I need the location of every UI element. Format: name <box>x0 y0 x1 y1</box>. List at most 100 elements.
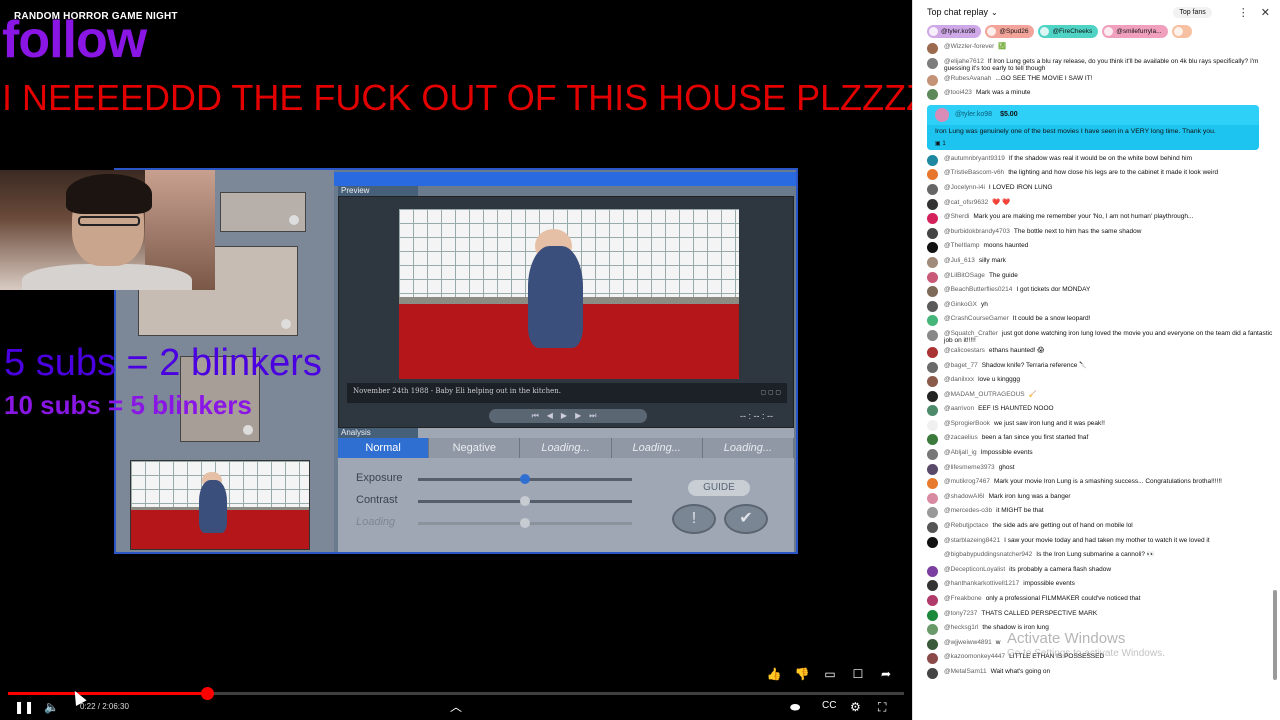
chat-message[interactable]: @tooi423 Mark was a minute <box>927 88 1273 103</box>
chat-message[interactable]: @aarrivon EEF IS HAUNTED NOOO <box>927 404 1273 419</box>
loading-slider-knob[interactable] <box>520 518 530 528</box>
avatar[interactable] <box>927 522 938 534</box>
chat-author[interactable]: @mutikrog7467 <box>944 478 990 485</box>
avatar[interactable] <box>927 449 938 461</box>
exposure-slider[interactable] <box>418 474 632 484</box>
chat-message[interactable]: @LilBitOSage The guide <box>927 271 1273 286</box>
super-chat[interactable]: @tyler.ko98 $5.00 Iron Lung was genuinel… <box>927 104 1259 150</box>
chat-message[interactable]: @BeachButterflies0214 I got tickets dor M… <box>927 285 1273 300</box>
chat-author[interactable]: @CrashCourseGamer <box>944 315 1009 322</box>
chat-author[interactable]: @hecksg1rl <box>944 624 978 631</box>
super-chat-ticker[interactable] <box>1171 25 1192 38</box>
chat-message[interactable]: @MetalSam11 Wait what's going on <box>927 667 1273 682</box>
chat-author[interactable]: @Freakbone <box>944 595 982 602</box>
chat-message[interactable]: @calicoestars ethans haunted! 😱 <box>927 346 1273 361</box>
contrast-slider[interactable] <box>418 496 632 506</box>
avatar[interactable] <box>927 595 938 606</box>
settings-icon[interactable]: ⚙ <box>850 700 861 714</box>
avatar[interactable] <box>927 286 938 298</box>
chat-message[interactable]: @hanthankarkottivell1217 impossible event… <box>927 579 1273 594</box>
super-chat-ticker[interactable]: @FireCheeks <box>1038 25 1099 38</box>
contrast-slider-knob[interactable] <box>520 496 530 506</box>
chat-author[interactable]: @TristieBascom-v6h <box>944 169 1004 176</box>
chat-author[interactable]: @Juli_613 <box>944 257 975 264</box>
chat-message[interactable]: @burbidokbrandy4703 The bottle next to hi… <box>927 227 1273 242</box>
avatar[interactable] <box>927 227 938 239</box>
avatar[interactable] <box>927 507 938 519</box>
avatar[interactable] <box>927 242 938 254</box>
chat-message[interactable]: @TristieBascom-v6h the lighting and how c… <box>927 168 1273 183</box>
chat-message[interactable]: @tony7237 THATS CALLED PERSPECTIVE MARK <box>927 609 1273 624</box>
avatar[interactable] <box>927 565 938 577</box>
avatar[interactable] <box>927 492 938 504</box>
chat-mode-dropdown[interactable]: Top chat replay <box>927 7 988 17</box>
chat-message[interactable]: @autumnbryant9319 If the shadow was real … <box>927 154 1273 169</box>
guide-button[interactable]: GUIDE <box>688 480 750 496</box>
volume-icon[interactable]: 🔈 <box>44 700 59 714</box>
chat-author[interactable]: @baget_77 <box>944 362 978 369</box>
avatar[interactable] <box>927 419 938 431</box>
tab-negative[interactable]: Negative <box>429 438 521 458</box>
chat-message[interactable]: @GinkoGX yh <box>927 300 1273 315</box>
avatar[interactable] <box>927 580 938 592</box>
exclamation-icon[interactable]: ! <box>672 504 716 534</box>
chat-message[interactable]: @DecepticonLoyalist its probably a camera… <box>927 565 1273 580</box>
avatar[interactable] <box>927 74 938 86</box>
video-player[interactable]: RANDOM HORROR GAME NIGHT follow Preview <box>0 0 912 720</box>
super-chat-ticker[interactable]: @Spud26 <box>985 25 1035 38</box>
avatar[interactable] <box>927 213 938 225</box>
chat-author[interactable]: @tooi423 <box>944 89 972 96</box>
chat-author[interactable]: @SprogierBook <box>944 420 990 427</box>
exposure-slider-knob[interactable] <box>520 474 530 484</box>
avatar[interactable] <box>927 57 938 69</box>
like-icon[interactable]: 👍 <box>764 666 784 682</box>
avatar[interactable] <box>927 536 938 548</box>
avatar[interactable] <box>927 624 938 636</box>
progress-bar[interactable] <box>8 687 904 700</box>
autoplay-toggle[interactable]: ⬬ <box>790 700 800 715</box>
chat-message[interactable]: @MADAM_OUTRAGEOUS 🧹 <box>927 390 1273 405</box>
close-icon[interactable]: ✕ <box>1261 6 1270 19</box>
tab-loading[interactable]: Loading... <box>612 438 703 458</box>
chat-author[interactable]: @hanthankarkottivell1217 <box>944 580 1019 587</box>
chat-author[interactable]: @Wizzler-forever <box>944 43 994 50</box>
chat-author[interactable]: @cat_ofsr9632 <box>944 199 988 206</box>
chat-message[interactable]: @Freakbone only a professional FILMMAKER … <box>927 594 1273 609</box>
chat-author[interactable]: @bigbabypuddingsnatcher942 <box>944 551 1032 558</box>
chat-author[interactable]: @Rebutjpctace <box>944 522 989 529</box>
chat-message[interactable]: @TheItlamp moons haunted <box>927 241 1273 256</box>
chat-message[interactable]: @Jocelynn-i4i I LOVED IRON LUNG <box>927 183 1273 198</box>
chat-author[interactable]: @danilxxx <box>944 376 974 383</box>
chat-message[interactable]: @CrashCourseGamer It could be a snow leop… <box>927 314 1273 329</box>
chat-message[interactable]: @SprogierBook we just saw iron lung and i… <box>927 419 1273 434</box>
photo-thumbnail[interactable] <box>220 192 306 232</box>
chat-message[interactable]: @mercedes-o3b it MIGHT be that <box>927 506 1273 521</box>
super-chat-ticker[interactable]: @tyler.ko98 <box>927 25 982 38</box>
chat-message[interactable]: @Squatch_Crafter just got done watching i… <box>927 329 1273 346</box>
chat-author[interactable]: @MADAM_OUTRAGEOUS <box>944 391 1025 398</box>
chat-author[interactable]: @zacaelius <box>944 434 978 441</box>
avatar[interactable] <box>927 183 938 195</box>
preview-tools-icon[interactable]: ▢ ▢ ▢ <box>761 389 781 396</box>
avatar[interactable] <box>927 609 938 621</box>
chat-message[interactable]: @cat_ofsr9632 ❤️ ❤️ <box>927 198 1273 213</box>
avatar[interactable] <box>927 667 938 679</box>
avatar[interactable] <box>927 376 938 388</box>
chat-author[interactable]: @autumnbryant9319 <box>944 155 1005 162</box>
checkmark-icon[interactable]: ✔ <box>724 504 768 534</box>
avatar[interactable] <box>927 300 938 312</box>
chat-author[interactable]: @MetalSam11 <box>944 668 987 675</box>
pause-icon[interactable]: ❚❚ <box>14 700 34 714</box>
chat-author[interactable]: @aarrivon <box>944 405 974 412</box>
avatar[interactable] <box>927 478 938 490</box>
chat-author[interactable]: @burbidokbrandy4703 <box>944 228 1010 235</box>
top-fans-badge[interactable]: Top fans <box>1173 6 1212 18</box>
chat-author[interactable]: @Abljall_ig <box>944 449 977 456</box>
chat-author[interactable]: @starblazeing8421 <box>944 537 1000 544</box>
avatar[interactable] <box>927 653 938 665</box>
chat-author[interactable]: @Jocelynn-i4i <box>944 184 985 191</box>
playback-controls[interactable]: ⏮◀▶▶⏭ <box>489 409 647 423</box>
avatar[interactable] <box>927 346 938 358</box>
scrubber-handle[interactable] <box>200 687 214 700</box>
avatar[interactable] <box>927 169 938 181</box>
